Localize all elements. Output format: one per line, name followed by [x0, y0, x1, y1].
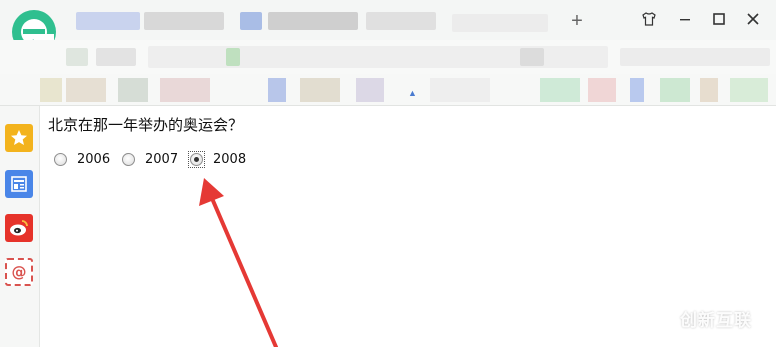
watermark: 创新互联: [640, 300, 752, 336]
radio-wrapper: [120, 151, 137, 168]
title-bar: +: [0, 0, 776, 54]
sidebar-item-favorites[interactable]: [5, 124, 33, 152]
new-tab-button[interactable]: +: [566, 10, 588, 32]
radio-2006[interactable]: [54, 152, 67, 166]
close-button[interactable]: [740, 6, 766, 32]
option-label-2007: 2007: [145, 151, 179, 167]
star-icon: [11, 130, 27, 145]
weibo-icon: [10, 220, 28, 236]
bookmarks-bar: [0, 74, 776, 106]
address-bar[interactable]: [0, 40, 776, 74]
bookmark-item[interactable]: [540, 78, 580, 102]
option-2008[interactable]: 2008: [188, 150, 246, 168]
radio-2008-checked[interactable]: [190, 152, 203, 166]
bookmark-item[interactable]: [66, 78, 106, 102]
watermark-text: 创新互联: [680, 310, 752, 331]
radio-wrapper: [52, 151, 69, 168]
close-icon: [747, 13, 759, 25]
bookmark-item[interactable]: [160, 78, 210, 102]
option-label-2008: 2008: [213, 151, 247, 167]
bookmark-item[interactable]: [300, 78, 340, 102]
bookmark-item[interactable]: [730, 78, 768, 102]
tab-favicon-blurred: [240, 12, 262, 30]
maximize-icon: [713, 13, 725, 25]
maximize-button[interactable]: [706, 6, 732, 32]
tab-blurred[interactable]: [452, 14, 548, 32]
browser-window: + ▲ @ 北京在那一年举办的奥运会？ 2006 2007 2008 创新互联: [0, 0, 776, 347]
bookmark-item[interactable]: [268, 78, 286, 102]
caret-up-icon: ▲: [408, 88, 417, 98]
bookmark-item[interactable]: [588, 78, 616, 102]
option-2006[interactable]: 2006: [52, 150, 110, 168]
tab-blurred[interactable]: [76, 12, 140, 30]
left-sidebar: @: [0, 106, 40, 347]
radio-wrapper-focused: [188, 150, 205, 168]
mail-at-icon: @: [11, 262, 27, 281]
tab-blurred[interactable]: [268, 12, 358, 30]
minimize-icon: [680, 19, 690, 21]
skin-button[interactable]: [636, 6, 662, 32]
news-icon: [11, 176, 27, 192]
radio-2007[interactable]: [122, 152, 135, 166]
blurred-control: [226, 48, 240, 66]
sidebar-item-news[interactable]: [5, 170, 33, 198]
watermark-logo-icon: [640, 301, 674, 335]
blurred-control: [96, 48, 136, 66]
question-text: 北京在那一年举办的奥运会？: [48, 116, 244, 134]
sidebar-item-weibo[interactable]: [5, 214, 33, 242]
sidebar-item-mail[interactable]: @: [5, 258, 33, 286]
search-field-blurred[interactable]: [620, 48, 770, 66]
blurred-control: [520, 48, 544, 66]
tab-blurred[interactable]: [366, 12, 436, 30]
minimize-button[interactable]: [672, 6, 698, 32]
blurred-control: [66, 48, 88, 66]
option-2007[interactable]: 2007: [120, 150, 178, 168]
skin-icon: [642, 12, 656, 26]
tab-blurred[interactable]: [144, 12, 224, 30]
bookmark-item[interactable]: [430, 78, 490, 102]
bookmark-item[interactable]: [356, 78, 384, 102]
bookmark-item[interactable]: [40, 78, 62, 102]
option-label-2006: 2006: [77, 151, 111, 167]
tab-strip: [72, 10, 552, 32]
bookmark-item[interactable]: [700, 78, 718, 102]
bookmark-item[interactable]: [630, 78, 644, 102]
bookmark-item[interactable]: [660, 78, 690, 102]
bookmark-item[interactable]: [118, 78, 148, 102]
